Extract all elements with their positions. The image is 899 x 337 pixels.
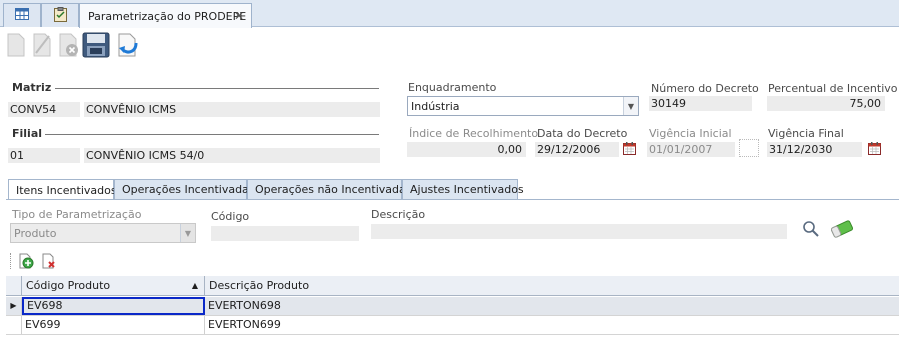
matriz-divider <box>55 88 379 89</box>
tipo-parametrizacao-select: Produto ▼ <box>10 223 196 243</box>
matriz-code-field[interactable]: CONV54 <box>8 102 80 117</box>
calendar-icon <box>623 142 636 158</box>
tab-itens-incentivados[interactable]: Itens Incentivados <box>8 179 117 200</box>
tab-operacoes-incentivadas[interactable]: Operações Incentivadas <box>114 179 255 199</box>
cell-descricao[interactable]: EVERTON698 <box>205 297 899 315</box>
numero-decreto-label: Número do Decreto <box>651 82 759 95</box>
enquadramento-value: Indústria <box>411 99 460 113</box>
add-icon <box>18 253 34 272</box>
save-button[interactable] <box>82 32 110 60</box>
codigo-filter-input[interactable] <box>211 226 359 241</box>
table-icon <box>15 8 29 23</box>
delete-icon <box>58 33 80 60</box>
new-button[interactable] <box>2 32 30 60</box>
table-row[interactable]: ▶ EV698 EVERTON698 <box>6 297 899 316</box>
search-icon <box>802 221 820 241</box>
cell-codigo[interactable]: EV698 <box>22 297 205 315</box>
vigencia-final-label: Vigência Final <box>768 127 844 140</box>
undo-button[interactable] <box>114 32 142 60</box>
vigencia-inicial-calendar-disabled <box>739 139 759 157</box>
tab-parametrizacao-prodepe[interactable]: Parametrização do PRODEPE ✕ <box>79 3 252 28</box>
percentual-incentivo-label: Percentual de Incentivo <box>768 82 898 95</box>
tipo-parametrizacao-label: Tipo de Parametrização <box>12 208 142 221</box>
matriz-label: Matriz <box>12 81 52 94</box>
data-decreto-label: Data do Decreto <box>537 127 628 140</box>
sort-ascending-icon: ▲ <box>191 281 198 290</box>
search-button[interactable] <box>802 220 820 241</box>
remove-icon <box>41 253 57 272</box>
clear-filter-button[interactable] <box>829 219 855 242</box>
document-tab-strip: Parametrização do PRODEPE ✕ <box>0 0 899 28</box>
close-icon[interactable]: ✕ <box>234 9 244 23</box>
filial-label: Filial <box>12 127 43 140</box>
remove-item-button[interactable] <box>41 253 57 272</box>
tab-label: Ajustes Incentivados <box>410 183 524 196</box>
filial-code-field[interactable]: 01 <box>8 148 80 163</box>
data-decreto-calendar[interactable] <box>623 142 636 158</box>
tab-operacoes-nao-incentivadas[interactable]: Operações não Incentivadas <box>247 179 411 199</box>
checklist-tab[interactable] <box>41 3 79 27</box>
edit-button[interactable] <box>28 32 56 60</box>
codigo-label: Código <box>211 210 250 223</box>
undo-icon <box>116 32 140 61</box>
vigencia-inicial-field: 01/01/2007 <box>647 142 735 157</box>
indice-recolhimento-field[interactable]: 0,00 <box>407 142 526 157</box>
descricao-filter-input[interactable] <box>371 224 787 239</box>
row-pointer-icon: ▶ <box>6 297 22 315</box>
tab-ajustes-incentivados[interactable]: Ajustes Incentivados <box>402 179 524 199</box>
grid-toolbar-grip <box>10 253 11 269</box>
edit-icon <box>32 33 52 60</box>
filial-divider <box>45 134 379 135</box>
column-header-label: Descrição Produto <box>209 279 310 292</box>
enquadramento-label: Enquadramento <box>408 81 497 94</box>
clipboard-icon <box>53 6 67 25</box>
filial-name-field[interactable]: CONVÊNIO ICMS 54/0 <box>84 148 380 163</box>
row-indicator-header <box>6 276 22 296</box>
tab-label: Itens Incentivados <box>16 183 117 197</box>
vigencia-inicial-label: Vigência Inicial <box>649 127 732 140</box>
eraser-icon <box>829 220 855 242</box>
data-decreto-field[interactable]: 29/12/2006 <box>535 142 619 157</box>
itens-incentivados-panel: Tipo de Parametrização Produto ▼ Código … <box>6 199 899 336</box>
numero-decreto-field[interactable]: 30149 <box>649 96 752 111</box>
chevron-down-icon[interactable]: ▼ <box>623 97 638 115</box>
chevron-down-icon: ▼ <box>180 224 195 242</box>
save-icon <box>82 32 110 61</box>
grid-view-tab[interactable] <box>3 3 41 27</box>
delete-button[interactable] <box>55 32 83 60</box>
tipo-parametrizacao-value: Produto <box>14 226 57 240</box>
vigencia-final-calendar[interactable] <box>868 142 881 158</box>
grid-header: Código Produto ▲ Descrição Produto <box>6 276 899 296</box>
cell-codigo[interactable]: EV699 <box>22 316 205 334</box>
table-row[interactable]: EV699 EVERTON699 <box>6 316 899 335</box>
itens-grid: Código Produto ▲ Descrição Produto ▶ EV6… <box>6 276 899 337</box>
column-header-codigo[interactable]: Código Produto ▲ <box>22 276 205 296</box>
new-icon <box>6 33 26 60</box>
tab-label: Operações não Incentivadas <box>255 183 412 196</box>
descricao-label: Descrição <box>371 208 426 221</box>
tab-label: Operações Incentivadas <box>122 183 255 196</box>
percentual-incentivo-field[interactable]: 75,00 <box>767 96 885 111</box>
indice-recolhimento-label: Índice de Recolhimento <box>409 127 539 140</box>
enquadramento-select[interactable]: Indústria ▼ <box>407 96 639 116</box>
matriz-name-field[interactable]: CONVÊNIO ICMS <box>84 102 380 117</box>
tab-title: Parametrização do PRODEPE <box>88 9 247 23</box>
column-header-label: Código Produto <box>26 279 111 292</box>
toolbar <box>0 28 899 64</box>
add-item-button[interactable] <box>18 253 34 272</box>
cell-descricao[interactable]: EVERTON699 <box>205 316 899 334</box>
vigencia-final-field[interactable]: 31/12/2030 <box>767 142 862 157</box>
calendar-icon <box>868 142 881 158</box>
column-header-descricao[interactable]: Descrição Produto <box>205 276 899 296</box>
row-indicator <box>6 316 22 334</box>
